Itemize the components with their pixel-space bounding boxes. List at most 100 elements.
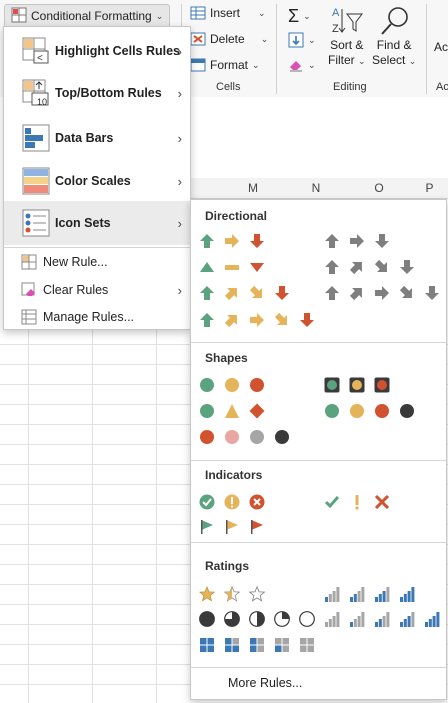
column-header-m[interactable]: M bbox=[222, 178, 284, 199]
check-circle-icon bbox=[199, 494, 215, 510]
icon-set-3-traffic-lights-rimmed[interactable] bbox=[323, 376, 398, 394]
clear-button[interactable]: ⌄ bbox=[288, 58, 316, 72]
new-rule-icon bbox=[21, 254, 37, 270]
find-select-button[interactable]: Find & Select ⌄ bbox=[372, 4, 416, 69]
arrow-icon bbox=[275, 286, 289, 300]
icon-set-3-symbols-circled[interactable] bbox=[198, 493, 273, 511]
circle-icon bbox=[200, 378, 214, 392]
menu-item-icon-sets[interactable]: Icon Sets › bbox=[4, 201, 190, 245]
star-empty-icon bbox=[248, 585, 266, 602]
conditional-formatting-button[interactable]: Conditional Formatting ⌄ bbox=[4, 4, 171, 28]
exclamation-circle-icon bbox=[224, 494, 240, 510]
delete-button[interactable]: Delete ⌄ bbox=[190, 32, 268, 46]
insert-label: Insert bbox=[210, 6, 241, 20]
checkmark-icon bbox=[324, 496, 340, 509]
more-rules-link[interactable]: More Rules... bbox=[228, 676, 302, 690]
find-select-label-line1: Find & bbox=[376, 38, 412, 52]
arrow-icon bbox=[300, 313, 314, 327]
arrow-icon bbox=[250, 313, 264, 327]
menu-item-top-bottom-rules[interactable]: 10 Top/Bottom Rules › bbox=[4, 73, 190, 113]
circle-icon bbox=[200, 404, 214, 418]
icon-set-4-ratings[interactable] bbox=[323, 585, 423, 603]
icon-set-3-traffic-lights[interactable] bbox=[198, 376, 273, 394]
ratings-heading: Ratings bbox=[205, 559, 250, 573]
icon-sets-icon bbox=[22, 209, 50, 237]
cut-off-ribbon-button[interactable]: Ac bbox=[434, 40, 448, 54]
arrow-icon bbox=[374, 259, 387, 272]
arrow-icon bbox=[250, 234, 264, 248]
highlight-cells-rules-label: Highlight Cells Rules bbox=[55, 44, 181, 58]
column-header-n[interactable]: N bbox=[285, 178, 347, 199]
chevron-down-icon: ⌄ bbox=[303, 11, 311, 21]
chevron-down-icon: ⌄ bbox=[260, 33, 269, 44]
icon-set-4-red-to-black[interactable] bbox=[198, 428, 298, 446]
icon-set-5-arrows-colored[interactable] bbox=[198, 311, 323, 329]
menu-item-new-rule[interactable]: New Rule... bbox=[4, 249, 190, 275]
boxes-icon bbox=[200, 638, 214, 652]
icon-sets-submenu: Directional Shapes Indicators Ratings Mo… bbox=[190, 199, 447, 700]
insert-button[interactable]: Insert ⌄ bbox=[190, 6, 266, 20]
menu-divider bbox=[4, 247, 190, 248]
arrow-icon bbox=[325, 260, 339, 274]
icon-set-5-arrows-gray[interactable] bbox=[323, 284, 448, 302]
triangle-down-icon bbox=[250, 263, 264, 272]
arrow-icon bbox=[225, 234, 239, 248]
circle-icon bbox=[350, 404, 364, 418]
triangle-icon bbox=[225, 404, 239, 418]
menu-item-clear-rules[interactable]: Clear Rules › bbox=[4, 276, 190, 304]
menu-divider bbox=[191, 460, 446, 461]
menu-item-color-scales[interactable]: Color Scales › bbox=[4, 160, 190, 202]
icon-set-5-ratings[interactable] bbox=[323, 610, 448, 628]
arrow-icon bbox=[325, 286, 339, 300]
icon-set-3-arrows-gray[interactable] bbox=[323, 232, 398, 250]
signal-bars-icon bbox=[325, 587, 340, 602]
circle-icon bbox=[200, 430, 214, 444]
menu-item-manage-rules[interactable]: Manage Rules... bbox=[4, 304, 190, 330]
column-header-p[interactable]: P bbox=[411, 178, 448, 199]
delete-label: Delete bbox=[210, 32, 245, 46]
sort-filter-button[interactable]: AZ Sort & Filter ⌄ bbox=[328, 4, 366, 69]
menu-divider bbox=[191, 542, 446, 543]
flag-icon bbox=[251, 520, 263, 534]
icon-set-4-arrows-gray[interactable] bbox=[323, 258, 423, 276]
conditional-formatting-label: Conditional Formatting bbox=[31, 9, 152, 23]
icon-set-3-arrows-colored[interactable] bbox=[198, 232, 273, 250]
magnifier-icon bbox=[381, 7, 408, 35]
highlight-cells-rules-icon: < bbox=[22, 37, 49, 64]
sigma-icon: Σ bbox=[288, 6, 300, 26]
format-button[interactable]: Format ⌄ bbox=[190, 58, 260, 72]
sort-filter-label-line1: Sort & bbox=[330, 38, 364, 52]
signal-bars-icon bbox=[350, 612, 365, 627]
icon-set-3-stars[interactable] bbox=[198, 585, 273, 603]
color-scales-icon bbox=[22, 167, 50, 195]
circle-icon bbox=[325, 404, 339, 418]
icon-set-4-arrows-colored[interactable] bbox=[198, 284, 298, 302]
chevron-down-icon: ⌄ bbox=[358, 56, 366, 66]
column-header-o[interactable]: O bbox=[348, 178, 410, 199]
x-mark-icon bbox=[374, 494, 390, 510]
ribbon-separator bbox=[426, 4, 427, 94]
menu-item-data-bars[interactable]: Data Bars › bbox=[4, 117, 190, 159]
menu-divider bbox=[191, 667, 446, 668]
icon-set-3-triangles[interactable] bbox=[198, 258, 273, 276]
chevron-right-icon: › bbox=[177, 173, 182, 189]
fill-down-icon bbox=[288, 32, 304, 48]
icon-set-3-symbols[interactable] bbox=[323, 493, 398, 511]
menu-item-highlight-cells-rules[interactable]: < Highlight Cells Rules › bbox=[4, 31, 190, 71]
conditional-formatting-icon bbox=[11, 7, 27, 26]
icon-set-5-quarters[interactable] bbox=[198, 610, 323, 628]
icon-set-5-boxes[interactable] bbox=[198, 636, 323, 654]
icon-set-3-signs[interactable] bbox=[198, 402, 273, 420]
circle-icon bbox=[400, 404, 414, 418]
fill-button[interactable]: ⌄ bbox=[288, 32, 316, 48]
cells-group-label: Cells bbox=[216, 81, 241, 93]
new-rule-label: New Rule... bbox=[43, 255, 108, 269]
icon-set-4-traffic-lights[interactable] bbox=[323, 402, 423, 420]
icon-set-3-flags[interactable] bbox=[198, 518, 273, 536]
autosum-button[interactable]: Σ ⌄ bbox=[288, 6, 311, 27]
sort-filter-label-line2: Filter bbox=[328, 53, 355, 67]
quarter-pie-icon bbox=[224, 611, 240, 627]
signal-bars-icon bbox=[375, 587, 390, 602]
arrow-icon bbox=[349, 288, 362, 301]
signal-bars-icon bbox=[400, 587, 415, 602]
